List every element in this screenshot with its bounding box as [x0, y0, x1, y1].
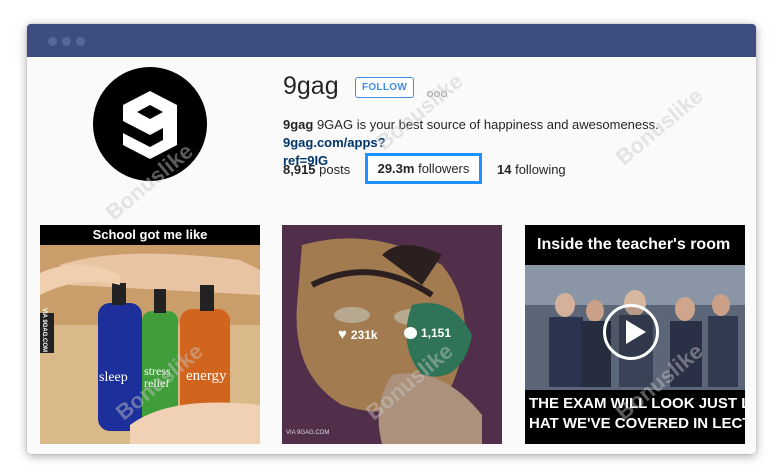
- profile-avatar[interactable]: [93, 67, 207, 181]
- source-tag: VIA 9GAG.COM: [41, 307, 48, 353]
- follow-button[interactable]: FOLLOW: [355, 77, 414, 98]
- following-label: following: [511, 162, 566, 177]
- window-titlebar: [27, 24, 756, 57]
- post-image: [40, 225, 260, 444]
- stat-followers[interactable]: 29.3m followers: [365, 153, 482, 184]
- likes-count: ♥ 231k: [338, 326, 378, 343]
- post-tile[interactable]: School got me like sleep stress relief e…: [40, 225, 260, 444]
- likes-value: 231k: [350, 328, 378, 342]
- bio-text: 9GAG is your best source of happiness an…: [313, 117, 659, 132]
- window-control-dot[interactable]: [62, 37, 71, 46]
- bottle-label: energy: [186, 368, 227, 384]
- post-subtitle: THE EXAM WILL LOOK JUST LIK: [529, 395, 745, 412]
- bottle-label: stress relief: [144, 364, 171, 390]
- followers-label: followers: [414, 161, 470, 176]
- browser-window: 9gag FOLLOW 9gag 9GAG is your best sourc…: [27, 24, 756, 454]
- source-tag: VIA 9GAG.COM: [286, 430, 330, 436]
- heart-icon: ♥: [338, 326, 347, 343]
- stat-posts: 8,915 posts: [283, 162, 350, 177]
- bottle-label: sleep: [99, 370, 128, 385]
- more-dots-icon[interactable]: [427, 84, 448, 102]
- bio-name: 9gag: [283, 117, 314, 132]
- window-control-dot[interactable]: [48, 37, 57, 46]
- 9gag-logo-icon: [123, 91, 177, 159]
- post-caption: School got me like: [92, 227, 208, 242]
- post-tile[interactable]: ♥ 231k 1,151 VIA 9GAG.COM: [282, 225, 502, 444]
- bio-link[interactable]: 9gag.com/apps?: [283, 135, 386, 150]
- followers-count: 29.3m: [377, 161, 415, 176]
- play-icon[interactable]: [603, 304, 659, 360]
- comment-bubble-icon: [404, 327, 417, 339]
- profile-username: 9gag: [283, 72, 339, 100]
- following-count: 14: [497, 162, 512, 177]
- stat-following[interactable]: 14 following: [497, 162, 566, 177]
- posts-count: 8,915: [283, 162, 316, 177]
- comments-count: 1,151: [404, 326, 451, 340]
- post-image: [282, 225, 502, 444]
- window-control-dot[interactable]: [76, 37, 85, 46]
- comments-value: 1,151: [421, 326, 452, 340]
- posts-label: posts: [315, 162, 351, 177]
- post-subtitle: HAT WE'VE COVERED IN LECTU: [529, 415, 745, 432]
- post-tile[interactable]: Inside the teacher's room THE EXAM WILL …: [525, 225, 745, 444]
- post-caption: Inside the teacher's room: [537, 236, 731, 253]
